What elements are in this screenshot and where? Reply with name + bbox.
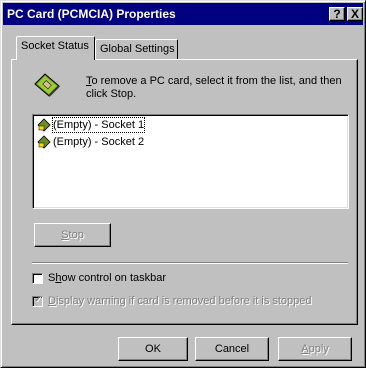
tab-label: Socket Status [21, 40, 89, 52]
display-warning-checkbox[interactable]: ✓ [32, 294, 43, 307]
pc-card-icon [34, 73, 60, 97]
ok-button[interactable]: OK [118, 337, 188, 361]
checkmark-icon: ✓ [34, 294, 43, 305]
apply-label: pply [308, 343, 329, 355]
show-control-option[interactable]: Show control on taskbar [32, 272, 232, 286]
instruction-body: o remove a PC card, select it from the l… [86, 75, 342, 100]
display-warning-mnemonic: D [48, 295, 56, 307]
show-control-label: Show control on taskbar [48, 272, 166, 284]
display-warning-label: Display warning if card is removed befor… [48, 295, 312, 307]
stop-button[interactable]: Stop [34, 223, 111, 247]
help-icon: ? [333, 7, 341, 21]
stop-mnemonic: S [61, 229, 69, 241]
close-button[interactable]: X [347, 7, 363, 21]
window-title: PC Card (PCMCIA) Properties [7, 7, 176, 21]
socket-list[interactable]: (Empty) - Socket 1 (Empty) - Socket 2 [32, 114, 349, 209]
tab-socket-status[interactable]: Socket Status [16, 36, 95, 60]
tab-global-settings[interactable]: Global Settings [95, 39, 178, 61]
socket-icon [37, 118, 51, 132]
socket-label: (Empty) - Socket 1 [51, 117, 146, 133]
ok-label: OK [145, 343, 161, 355]
title-bar[interactable]: PC Card (PCMCIA) Properties ? X [3, 3, 363, 25]
tab-join [17, 58, 94, 61]
stop-label: top [68, 229, 84, 241]
cancel-label: Cancel [214, 343, 250, 355]
apply-button[interactable]: Apply [278, 337, 352, 361]
cancel-button[interactable]: Cancel [195, 337, 269, 361]
show-control-text: ow control on taskbar [61, 272, 167, 284]
properties-dialog: PC Card (PCMCIA) Properties ? X Global S… [0, 0, 366, 368]
close-icon: X [350, 7, 359, 21]
socket-label: (Empty) - Socket 2 [53, 136, 145, 148]
instruction-text: To remove a PC card, select it from the … [86, 75, 352, 101]
socket-icon [37, 135, 51, 149]
apply-mnemonic: A [301, 343, 309, 355]
display-warning-option[interactable]: ✓ Display warning if card is removed bef… [32, 294, 352, 309]
tab-label: Global Settings [100, 43, 175, 55]
separator [32, 262, 348, 264]
display-warning-text: isplay warning if card is removed before… [55, 295, 312, 307]
show-control-checkbox[interactable] [32, 273, 43, 284]
help-button[interactable]: ? [329, 7, 345, 21]
